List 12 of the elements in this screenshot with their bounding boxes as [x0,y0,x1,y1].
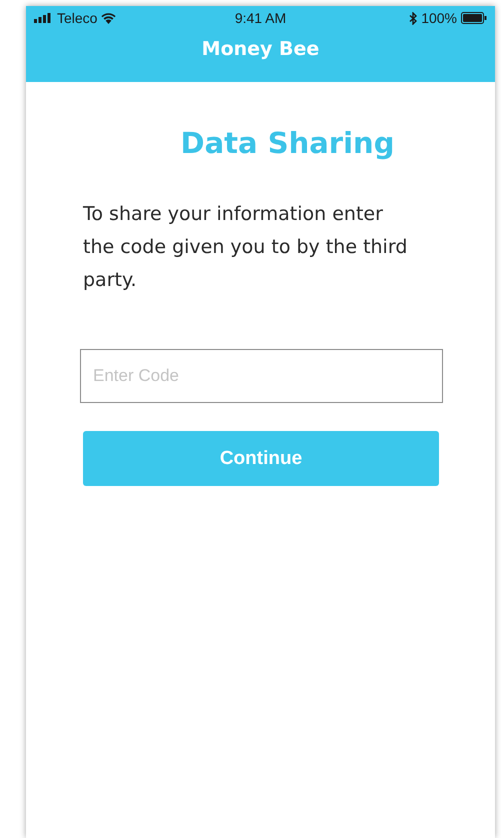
wifi-icon [101,12,116,24]
battery-percent: 100% [421,10,457,26]
carrier-name: Teleco [57,10,98,26]
nav-title: Money Bee [202,38,320,60]
status-time: 9:41 AM [234,10,286,26]
battery-icon [461,12,487,24]
page-heading: Data Sharing [180,126,394,160]
signal-icon [34,13,53,23]
instructions-text: To share your information enter the code given you to by the third party. [83,202,408,293]
code-input-field[interactable]: Enter Code [80,349,443,403]
bluetooth-icon [409,12,418,24]
continue-button[interactable]: Continue [83,431,439,486]
